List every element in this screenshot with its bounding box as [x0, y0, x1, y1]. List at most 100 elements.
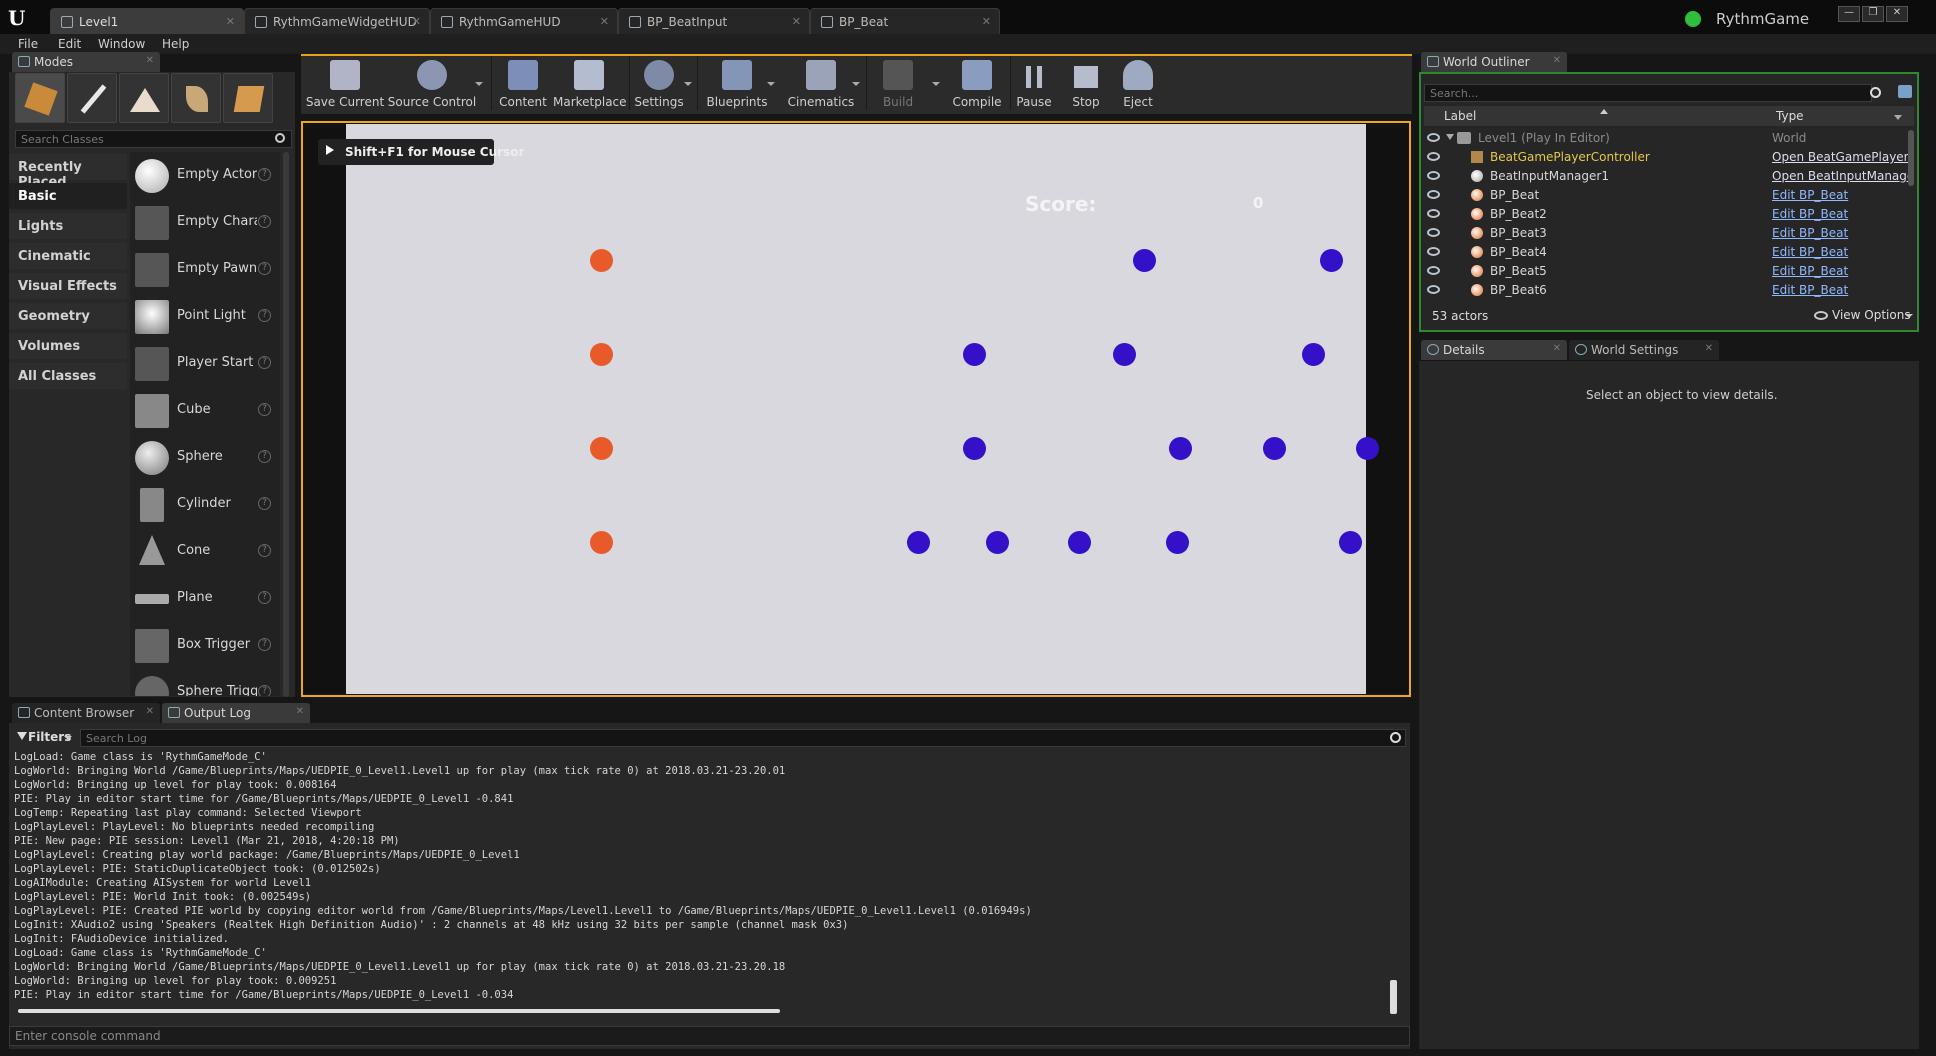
- tab-bp-beatinput[interactable]: BP_BeatInput ✕: [618, 8, 810, 34]
- chevron-down-icon[interactable]: [684, 82, 692, 86]
- tab-output-log[interactable]: Output Log ✕: [162, 703, 310, 723]
- row-type[interactable]: Edit BP_Beat: [1772, 283, 1908, 297]
- help-icon[interactable]: ?: [258, 450, 271, 463]
- save-current-button[interactable]: Save Current: [303, 58, 387, 110]
- close-window-button[interactable]: ✕: [1886, 6, 1908, 22]
- compile-button[interactable]: Compile: [946, 58, 1008, 110]
- row-type[interactable]: Edit BP_Beat: [1772, 226, 1908, 240]
- source-control-status-icon[interactable]: [1685, 11, 1701, 27]
- visibility-eye-icon[interactable]: [1427, 266, 1440, 275]
- build-button[interactable]: Build: [868, 58, 928, 110]
- menu-window[interactable]: Window: [98, 37, 145, 51]
- tab-rythmgamewidgethud[interactable]: RythmGameWidgetHUD ✕: [244, 8, 430, 34]
- pause-button[interactable]: Pause: [1012, 58, 1056, 110]
- place-box-trigger[interactable]: Box Trigger?: [133, 625, 280, 667]
- place-plane[interactable]: Plane?: [133, 578, 280, 620]
- place-cone[interactable]: Cone?: [133, 531, 280, 573]
- modes-scrollbar[interactable]: [283, 152, 289, 697]
- view-options-button[interactable]: View Options: [1814, 308, 1914, 324]
- settings-button[interactable]: Settings: [631, 58, 687, 110]
- help-icon[interactable]: ?: [258, 309, 271, 322]
- outliner-row-bp-beat[interactable]: BP_Beat Edit BP_Beat: [1424, 186, 1914, 205]
- eject-button[interactable]: Eject: [1116, 58, 1160, 110]
- close-icon[interactable]: ✕: [226, 15, 235, 28]
- tab-modes[interactable]: Modes ✕: [12, 52, 160, 72]
- place-sphere[interactable]: Sphere?: [133, 437, 280, 479]
- place-cube[interactable]: Cube?: [133, 390, 280, 432]
- modes-search-input[interactable]: Search Classes: [15, 130, 292, 148]
- log-output[interactable]: LogLoad: Game class is 'RythmGameMode_C'…: [14, 750, 1394, 1010]
- outliner-row-bp-beat5[interactable]: BP_Beat5 Edit BP_Beat: [1424, 262, 1914, 281]
- row-type[interactable]: Open BeatGamePlayerController: [1772, 150, 1908, 164]
- menu-help[interactable]: Help: [162, 37, 189, 51]
- place-cylinder[interactable]: Cylinder?: [133, 484, 280, 526]
- cinematics-button[interactable]: Cinematics: [781, 58, 861, 110]
- category-basic[interactable]: Basic: [9, 183, 127, 209]
- close-icon[interactable]: ✕: [792, 15, 801, 28]
- chevron-down-icon[interactable]: [932, 82, 940, 86]
- chevron-down-icon[interactable]: [475, 82, 483, 86]
- chevron-down-icon[interactable]: [767, 82, 775, 86]
- outliner-row-bp-beat3[interactable]: BP_Beat3 Edit BP_Beat: [1424, 224, 1914, 243]
- unreal-logo[interactable]: U: [8, 6, 34, 30]
- marketplace-button[interactable]: Marketplace: [553, 58, 627, 110]
- expand-arrow-icon[interactable]: [1446, 134, 1454, 140]
- tab-content-browser[interactable]: Content Browser ✕: [12, 703, 160, 723]
- category-volumes[interactable]: Volumes: [9, 333, 127, 359]
- menu-edit[interactable]: Edit: [58, 37, 81, 51]
- outliner-row-world[interactable]: Level1 (Play In Editor) World: [1424, 129, 1914, 148]
- help-icon[interactable]: ?: [258, 638, 271, 651]
- row-type[interactable]: Edit BP_Beat: [1772, 245, 1908, 259]
- game-viewport[interactable]: Score: 0: [346, 124, 1379, 694]
- search-icon[interactable]: [1870, 87, 1881, 98]
- outliner-scrollbar[interactable]: [1908, 130, 1914, 186]
- chevron-down-icon[interactable]: [852, 82, 860, 86]
- help-icon[interactable]: ?: [258, 544, 271, 557]
- paint-mode-button[interactable]: [67, 73, 117, 123]
- category-lights[interactable]: Lights: [9, 213, 127, 239]
- category-all-classes[interactable]: All Classes: [9, 363, 127, 389]
- geometry-mode-button[interactable]: [223, 73, 273, 123]
- foliage-mode-button[interactable]: [171, 73, 221, 123]
- close-icon[interactable]: ✕: [146, 55, 154, 66]
- outliner-row-player-controller[interactable]: BeatGamePlayerController Open BeatGamePl…: [1424, 148, 1914, 167]
- help-icon[interactable]: ?: [258, 215, 271, 228]
- maximize-button[interactable]: ❐: [1862, 6, 1884, 22]
- place-empty-actor[interactable]: Empty Actor?: [133, 155, 280, 197]
- place-mode-button[interactable]: [15, 73, 65, 123]
- search-icon[interactable]: [1390, 732, 1401, 743]
- help-icon[interactable]: ?: [258, 168, 271, 181]
- visibility-eye-icon[interactable]: [1427, 171, 1440, 180]
- log-search-input[interactable]: Search Log: [80, 729, 1406, 747]
- column-label[interactable]: Label: [1444, 109, 1476, 123]
- visibility-eye-icon[interactable]: [1427, 247, 1440, 256]
- tab-world-settings[interactable]: World Settings ✕: [1569, 340, 1719, 360]
- help-icon[interactable]: ?: [258, 497, 271, 510]
- filters-button[interactable]: Filters: [14, 729, 74, 747]
- visibility-eye-icon[interactable]: [1427, 209, 1440, 218]
- visibility-eye-icon[interactable]: [1427, 133, 1440, 142]
- tab-bp-beat[interactable]: BP_Beat ✕: [810, 8, 1000, 34]
- help-icon[interactable]: ?: [258, 356, 271, 369]
- log-horizontal-scrollbar[interactable]: [18, 1009, 780, 1013]
- visibility-eye-icon[interactable]: [1427, 228, 1440, 237]
- row-type[interactable]: Edit BP_Beat: [1772, 264, 1908, 278]
- help-icon[interactable]: ?: [258, 403, 271, 416]
- visibility-eye-icon[interactable]: [1427, 152, 1440, 161]
- outliner-search-input[interactable]: Search...: [1424, 84, 1872, 102]
- help-icon[interactable]: ?: [258, 685, 271, 696]
- create-folder-icon[interactable]: [1898, 85, 1912, 98]
- outliner-row-bp-beat2[interactable]: BP_Beat2 Edit BP_Beat: [1424, 205, 1914, 224]
- visibility-eye-icon[interactable]: [1427, 285, 1440, 294]
- stop-button[interactable]: Stop: [1064, 58, 1108, 110]
- outliner-row-bp-beat6[interactable]: BP_Beat6 Edit BP_Beat: [1424, 281, 1914, 300]
- chevron-down-icon[interactable]: [1894, 115, 1902, 120]
- column-type[interactable]: Type: [1776, 109, 1804, 123]
- place-player-start[interactable]: Player Start?: [133, 343, 280, 385]
- row-type[interactable]: Open BeatInputManager: [1772, 169, 1908, 183]
- console-command-input[interactable]: Enter console command: [9, 1026, 1410, 1046]
- tab-level1[interactable]: Level1 ✕: [50, 8, 244, 34]
- close-icon[interactable]: ✕: [146, 706, 154, 717]
- outliner-row-input-manager[interactable]: BeatInputManager1 Open BeatInputManager: [1424, 167, 1914, 186]
- category-cinematic[interactable]: Cinematic: [9, 243, 127, 269]
